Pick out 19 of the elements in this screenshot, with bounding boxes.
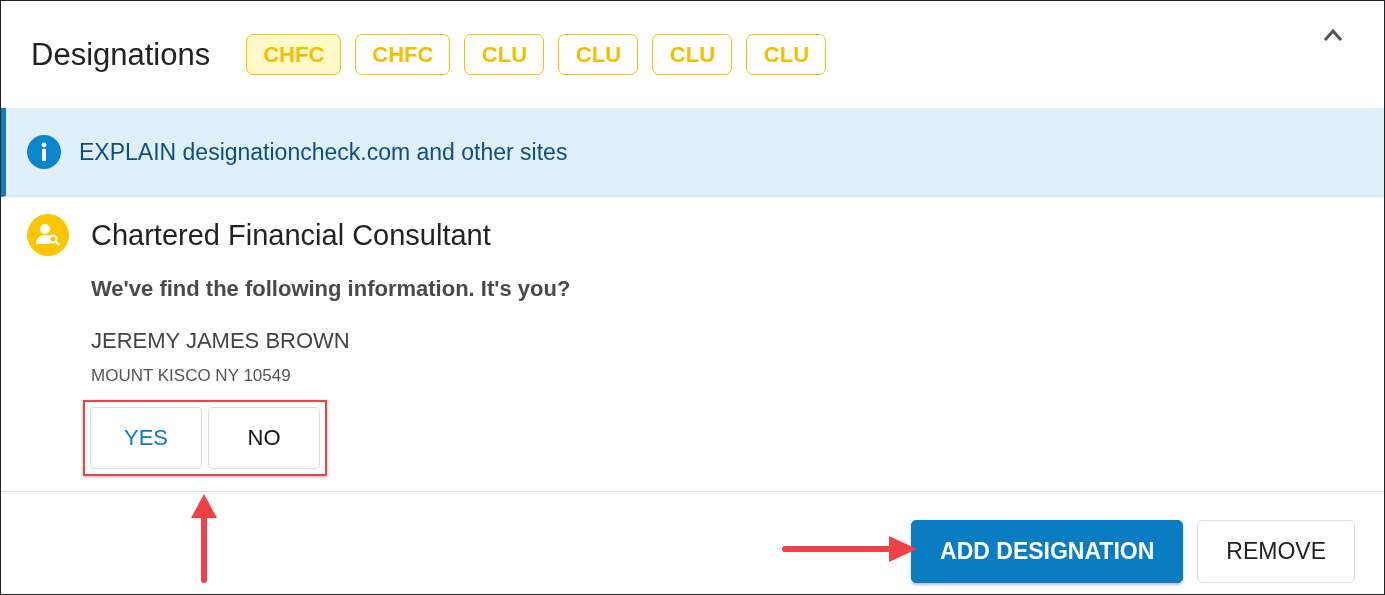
designation-chip[interactable]: CLU	[652, 34, 733, 75]
section-title: Designations	[31, 36, 211, 73]
add-designation-button[interactable]: ADD DESIGNATION	[911, 520, 1184, 583]
user-search-icon	[27, 214, 69, 256]
info-text: EXPLAIN designationcheck.com and other sites	[79, 138, 568, 166]
designation-chip[interactable]: CLU	[746, 34, 827, 75]
remove-button[interactable]: REMOVE	[1197, 520, 1355, 583]
info-icon	[27, 135, 61, 169]
designation-chip[interactable]: CHFC	[355, 34, 451, 75]
person-name: JEREMY JAMES BROWN	[91, 328, 351, 354]
choice-button[interactable]: YES	[90, 407, 202, 469]
chevron-up-icon[interactable]	[1322, 27, 1344, 43]
choice-button[interactable]: NO	[208, 407, 320, 469]
match-title: Chartered Financial Consultant	[91, 218, 491, 252]
designation-chip[interactable]: CHFC	[246, 34, 342, 75]
person-address: MOUNT KISCO NY 10549	[91, 366, 292, 386]
question-text: We've find the following information. It's you?	[91, 276, 572, 302]
designation-chip[interactable]: CLU	[558, 34, 639, 75]
designation-chip[interactable]: CLU	[464, 34, 545, 75]
